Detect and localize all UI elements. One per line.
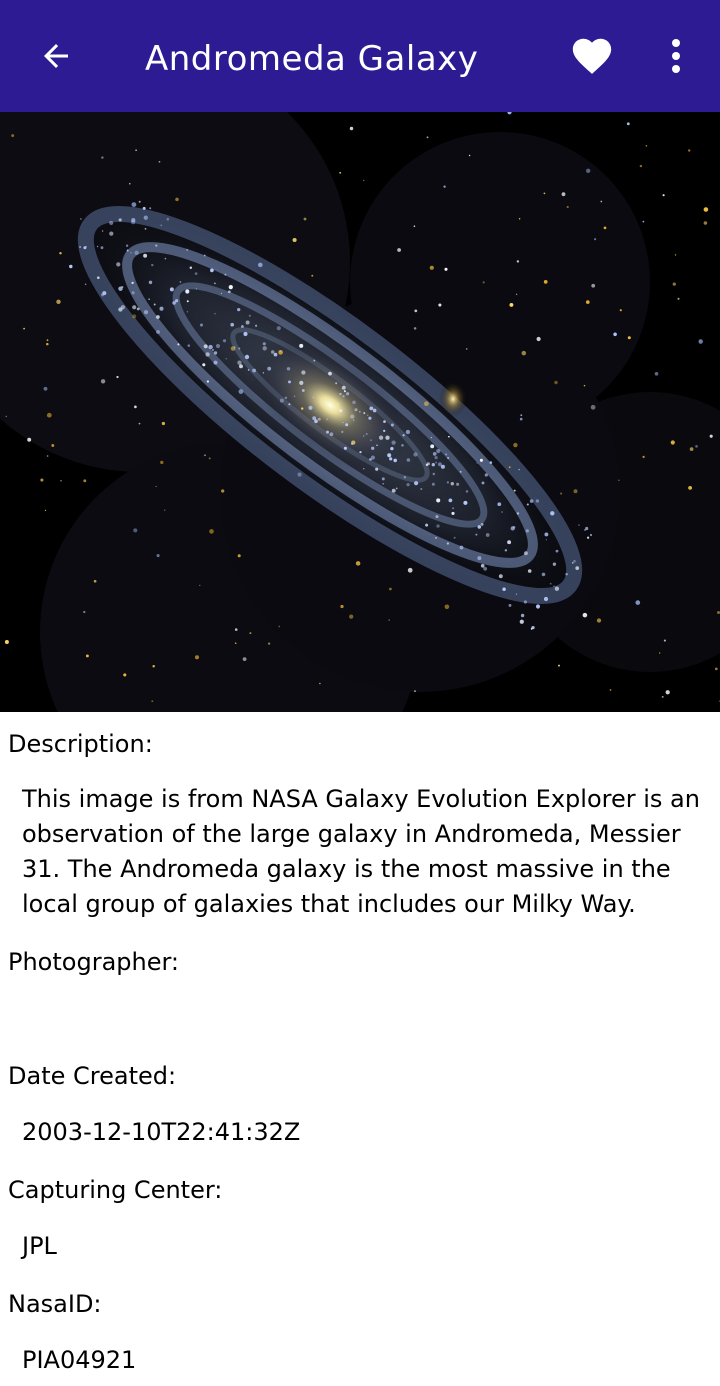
capturing-center-value: JPL (22, 1232, 57, 1260)
galaxy-image (0, 112, 720, 712)
photographer-label: Photographer: (8, 948, 180, 976)
galaxy-photo[interactable] (0, 112, 720, 712)
capturing-center-label: Capturing Center: (8, 1176, 223, 1204)
arrow-left-icon (44, 44, 68, 68)
description-label: Description: (8, 730, 153, 758)
favorite-button[interactable] (564, 28, 620, 84)
date-created-label: Date Created: (8, 1062, 177, 1090)
nasa-id-label: NasaID: (8, 1290, 102, 1318)
page-title: Andromeda Galaxy (145, 39, 479, 79)
more-vert-icon (672, 39, 680, 73)
overflow-menu-button[interactable] (650, 28, 702, 84)
description-value: This image is from NASA Galaxy Evolution… (22, 785, 700, 918)
heart-icon (572, 38, 612, 74)
app-bar: Andromeda Galaxy (0, 0, 720, 112)
satellite-galaxy (439, 381, 467, 417)
nasa-id-value: PIA04921 (22, 1346, 137, 1374)
back-button[interactable] (28, 28, 84, 84)
date-created-value: 2003-12-10T22:41:32Z (22, 1118, 301, 1146)
